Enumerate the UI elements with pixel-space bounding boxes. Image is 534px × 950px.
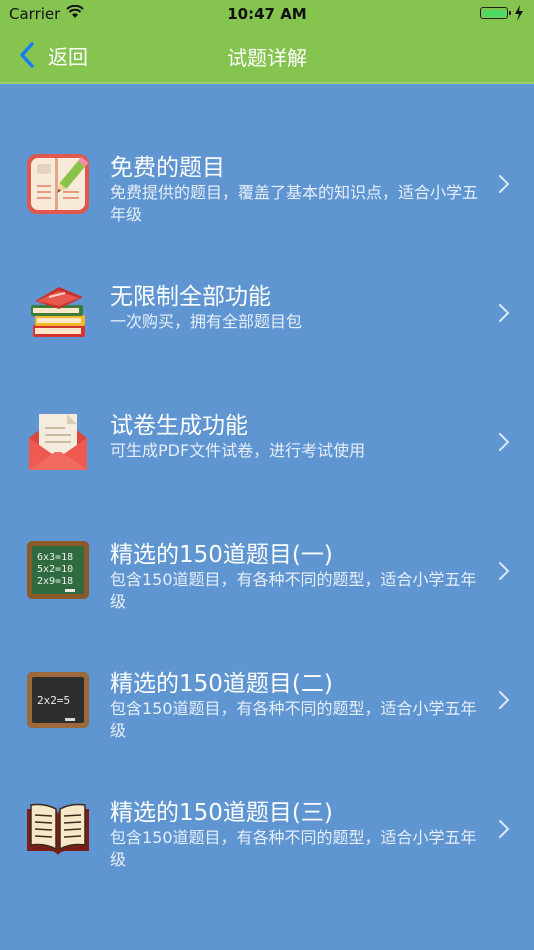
item-title: 免费的题目 [110, 155, 225, 181]
chalkboard-line: 6x3=18 [37, 552, 73, 563]
chevron-right-icon [499, 562, 510, 580]
item-title: 精选的150道题目(一) [110, 542, 333, 568]
chevron-right-icon [499, 433, 510, 451]
item-title: 试卷生成功能 [110, 413, 248, 439]
status-bar: Carrier 10:47 AM [0, 0, 534, 28]
list-item-selected-150-one[interactable]: 6x3=18 5x2=10 2x9=18 精选的150道题目(一) 包含150道… [0, 499, 534, 628]
item-description: 包含150道题目，有各种不同的题型，适合小学五年级 [110, 828, 477, 869]
item-title: 精选的150道题目(二) [110, 671, 333, 697]
envelope-letter-icon [29, 414, 87, 470]
list-item-unlimited-features[interactable]: 无限制全部功能 一次购买，拥有全部题目包 [0, 241, 534, 370]
list-item-paper-generation[interactable]: 试卷生成功能 可生成PDF文件试卷，进行考试使用 [0, 370, 534, 499]
item-title: 精选的150道题目(三) [110, 800, 333, 826]
list-item-selected-150-three[interactable]: 精选的150道题目(三) 包含150道题目，有各种不同的题型，适合小学五年级 [0, 757, 534, 886]
item-description: 包含150道题目，有各种不同的题型，适合小学五年级 [110, 699, 477, 740]
chevron-right-icon [499, 304, 510, 322]
item-list: 免费的题目 免费提供的题目，覆盖了基本的知识点，适合小学五年级 无限制全部功能 … [0, 112, 534, 886]
chalkboard-line: 2x9=18 [37, 576, 73, 587]
green-chalkboard-icon: 6x3=18 5x2=10 2x9=18 [27, 541, 89, 599]
battery-icon [480, 7, 511, 19]
status-time: 10:47 AM [227, 5, 307, 23]
chevron-right-icon [499, 691, 510, 709]
page-title: 试题详解 [227, 46, 307, 70]
notebook-pencil-icon [27, 154, 89, 214]
navigation-bar: 返回 试题详解 [0, 28, 534, 82]
open-book-icon [27, 803, 89, 855]
list-item-selected-150-two[interactable]: 2x2=5 精选的150道题目(二) 包含150道题目，有各种不同的题型，适合小… [0, 628, 534, 757]
chalkboard-line: 2x2=5 [37, 694, 70, 707]
list-item-free-questions[interactable]: 免费的题目 免费提供的题目，覆盖了基本的知识点，适合小学五年级 [0, 112, 534, 241]
item-title: 无限制全部功能 [110, 284, 271, 310]
item-description: 可生成PDF文件试卷，进行考试使用 [110, 441, 366, 460]
item-description: 包含150道题目，有各种不同的题型，适合小学五年级 [110, 570, 477, 611]
chalkboard-line: 5x2=10 [37, 564, 73, 575]
chevron-right-icon [499, 820, 510, 838]
nav-divider [0, 82, 534, 84]
item-description: 免费提供的题目，覆盖了基本的知识点，适合小学五年级 [110, 183, 479, 224]
black-chalkboard-icon: 2x2=5 [27, 672, 89, 728]
item-description: 一次购买，拥有全部题目包 [110, 312, 303, 331]
charging-bolt-icon [515, 5, 523, 21]
book-stack-icon [31, 287, 85, 337]
chevron-right-icon [499, 175, 510, 193]
